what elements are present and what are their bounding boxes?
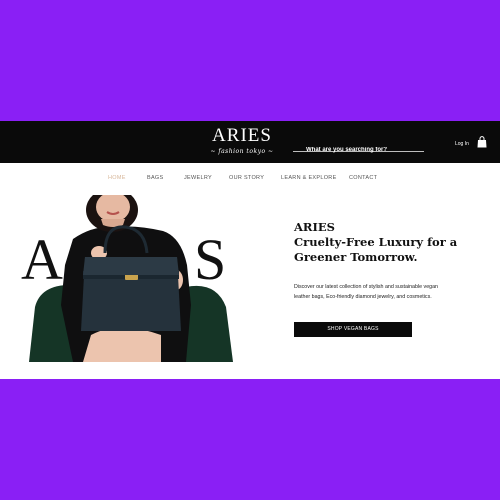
- hero-headline-line-3: Greener Tomorrow.: [294, 250, 418, 264]
- nav-item-learn-explore[interactable]: LEARN & EXPLORE: [281, 175, 337, 181]
- nav-item-bags[interactable]: BAGS: [147, 175, 163, 181]
- hero-image: A S: [21, 195, 237, 362]
- shop-vegan-bags-button[interactable]: SHOP VEGAN BAGS: [294, 322, 412, 337]
- brand-tagline: ~ fashion tokyo ~: [210, 148, 274, 155]
- top-header: ARIES ~ fashion tokyo ~ Log In: [0, 121, 500, 163]
- nav-item-jewelry[interactable]: JEWELRY: [184, 175, 212, 181]
- hero-headline: ARIES Cruelty-Free Luxury for a Greener …: [294, 220, 484, 265]
- hero-description: Discover our latest collection of stylis…: [294, 282, 454, 302]
- search-input[interactable]: [293, 144, 424, 156]
- hero-headline-line-2: Cruelty-Free Luxury for a: [294, 235, 458, 249]
- hero-description-line-1: Discover our latest collection of stylis…: [294, 284, 438, 290]
- nav-item-contact[interactable]: CONTACT: [349, 175, 377, 181]
- website-frame: ARIES ~ fashion tokyo ~ Log In HOME BAGS…: [0, 121, 500, 379]
- login-link[interactable]: Log In: [455, 141, 469, 147]
- search-bar[interactable]: [293, 138, 424, 156]
- brand-logo[interactable]: ARIES ~ fashion tokyo ~: [206, 126, 278, 156]
- nav-item-our-story[interactable]: OUR STORY: [229, 175, 264, 181]
- shopping-bag-icon[interactable]: [477, 136, 487, 148]
- nav-item-home[interactable]: HOME: [108, 175, 126, 181]
- hero-headline-brand: ARIES: [294, 220, 335, 234]
- brand-name: ARIES: [212, 125, 272, 146]
- hero-description-line-2: leather bags, Eco-friendly diamond jewel…: [294, 294, 432, 300]
- main-navigation: HOME BAGS JEWELRY OUR STORY LEARN & EXPL…: [0, 175, 500, 185]
- model-with-handbag-illustration: [29, 195, 233, 362]
